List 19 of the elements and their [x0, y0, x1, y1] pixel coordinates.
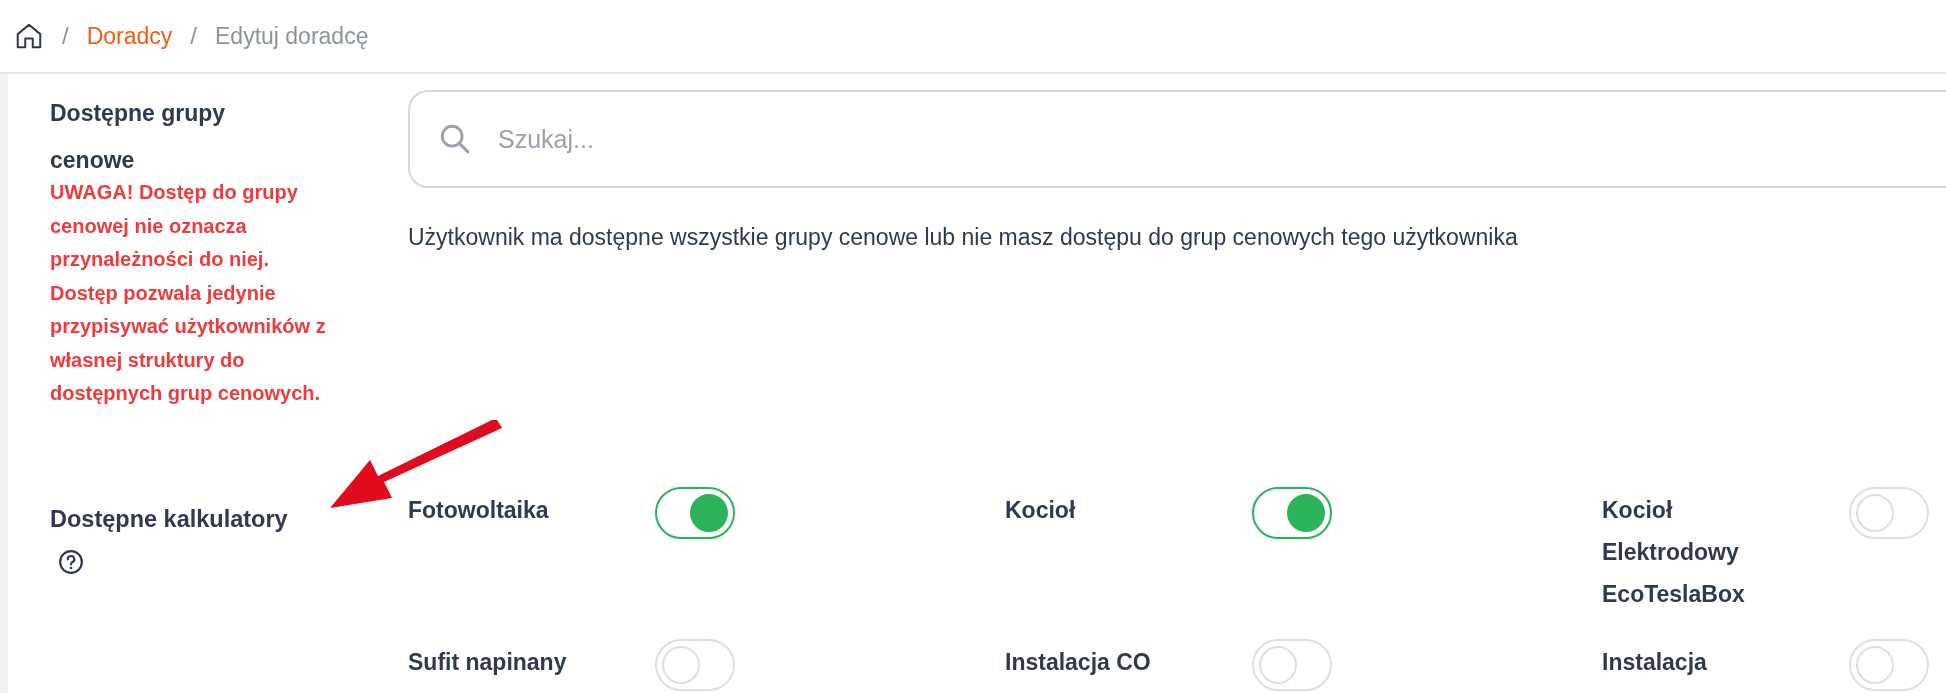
toggle-label: Kocioł Elektrodowy EcoTeslaBox — [1602, 495, 1746, 609]
toggle-label: Sufit napinany — [408, 647, 568, 677]
home-icon[interactable] — [14, 21, 44, 51]
section-label: Dostępne grupy cenowe — [50, 99, 227, 175]
breadcrumb-separator: / — [62, 22, 69, 50]
breadcrumb-link[interactable]: Doradcy — [86, 22, 173, 50]
toggle-label: Instalacja CO — [1005, 647, 1152, 677]
toggle-switch[interactable] — [655, 486, 735, 539]
info-text: Użytkownik ma dostępne wszystkie grupy cenowe lub nie masz dostępu do grup cenowych tego użytkownika — [408, 224, 1519, 251]
toggle-label: Instalacja — [1602, 647, 1708, 677]
breadcrumb-separator: / — [190, 22, 197, 50]
search-field[interactable]: Szukaj... — [408, 90, 1946, 188]
breadcrumb-current: Edytuj doradcę — [215, 22, 369, 50]
section-label: Dostępne kalkulatory — [50, 504, 289, 534]
toggle-label: Fotowoltaika — [408, 495, 550, 525]
warning-text: UWAGA! Dostęp do grupy cenowej nie oznacza przynależności do niej. Dostęp pozwala jedynie przypisywać użytkowników z własnej struktury do dostępnych grup cenowych. — [50, 180, 327, 406]
toggle-label: Kocioł — [1005, 495, 1077, 525]
help-icon[interactable] — [58, 548, 84, 575]
toggle-switch[interactable] — [1252, 486, 1332, 539]
